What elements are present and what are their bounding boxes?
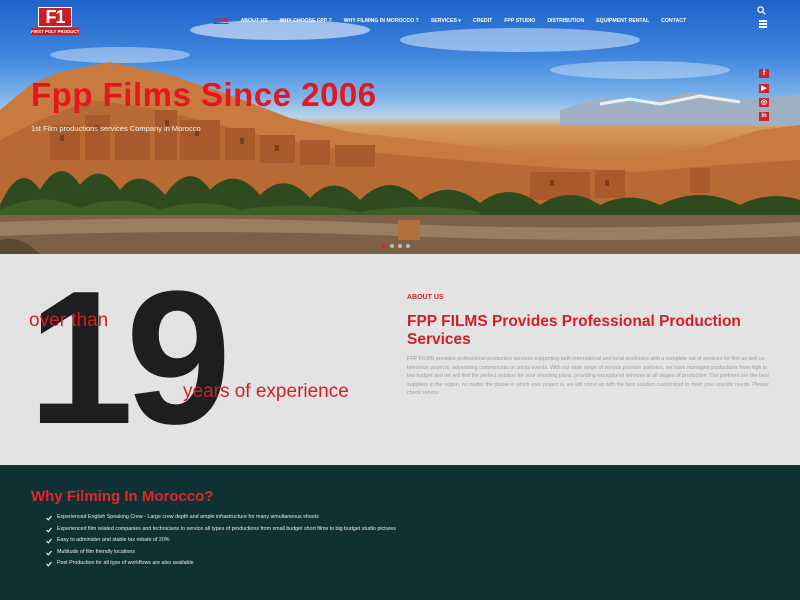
- about-text: FPP FILMS provides professional producti…: [407, 356, 769, 397]
- nav-fpp-studio[interactable]: FPP STUDIO: [498, 17, 541, 25]
- nav-distribution[interactable]: DISTRIBUTION: [541, 17, 590, 25]
- why-list: Experienced English Speaking Crew - Larg…: [46, 514, 396, 573]
- list-item: Post Production for all type of workflow…: [46, 561, 396, 573]
- about-heading: FPP FILMS Provides Professional Producti…: [407, 313, 741, 348]
- slider-dot-2[interactable]: [390, 244, 394, 248]
- nav-about-us[interactable]: ABOUT US: [235, 17, 274, 25]
- check-icon: [46, 550, 52, 556]
- hero-banner: F1 FIRST POLY PRODUCTION HOME ABOUT US W…: [0, 0, 800, 254]
- why-title: Why Filming In Morocco?: [31, 488, 214, 505]
- hero-title: Fpp Films Since 2006: [31, 76, 377, 113]
- nav-contact[interactable]: CONTACT: [655, 17, 692, 25]
- years-number: 19: [28, 252, 231, 464]
- search-icon[interactable]: [757, 6, 766, 15]
- slider-dots: [382, 244, 410, 248]
- list-item-text: Multitude of film friendly locations: [57, 548, 136, 555]
- youtube-icon[interactable]: ▶: [759, 84, 769, 93]
- nav-services[interactable]: SERVICES ▾: [425, 17, 467, 25]
- facebook-icon[interactable]: f: [759, 69, 769, 78]
- nav-why-filming-in-morocco[interactable]: WHY FILMING IN MOROCCO ?: [338, 17, 425, 25]
- slider-dot-1[interactable]: [382, 244, 386, 248]
- instagram-icon[interactable]: ◎: [759, 98, 769, 107]
- nav-credit[interactable]: CREDIT: [467, 17, 498, 25]
- main-nav: HOME ABOUT US WHY CHOOSE FPP ? WHY FILMI…: [207, 17, 692, 25]
- years-prefix: over than: [29, 310, 109, 331]
- years-suffix: years of experience: [183, 381, 349, 402]
- check-icon: [46, 562, 52, 567]
- nav-equipment-rental[interactable]: EQUIPMENT RENTAL: [590, 17, 655, 25]
- about-label: ABOUT US: [407, 294, 444, 301]
- linkedin-icon[interactable]: in: [759, 112, 769, 121]
- hero-subtitle: 1st Film productions services Company in…: [31, 124, 201, 133]
- brand-logo[interactable]: F1 FIRST POLY PRODUCTION: [31, 7, 79, 35]
- check-icon: [46, 527, 52, 533]
- slider-dot-4[interactable]: [406, 244, 410, 248]
- logo-text: FIRST POLY PRODUCTION: [31, 28, 79, 35]
- check-icon: [46, 538, 52, 544]
- logo-number: F1: [45, 7, 65, 27]
- nav-home[interactable]: HOME: [207, 17, 235, 25]
- slider-dot-3[interactable]: [398, 244, 402, 248]
- check-icon: [46, 515, 52, 521]
- list-item: Experienced English Speaking Crew - Larg…: [46, 514, 396, 527]
- nav-why-choose-fpp[interactable]: WHY CHOOSE FPP ?: [274, 17, 338, 25]
- list-item-text: Post Production for all type of workflow…: [57, 560, 194, 567]
- list-item-text: Experienced film related companies and t…: [57, 525, 396, 532]
- list-item-text: Easy to administer and stable tax rebate…: [57, 537, 170, 544]
- list-item-text: Experienced English Speaking Crew - Larg…: [57, 514, 319, 520]
- hamburger-menu-icon[interactable]: [759, 20, 767, 28]
